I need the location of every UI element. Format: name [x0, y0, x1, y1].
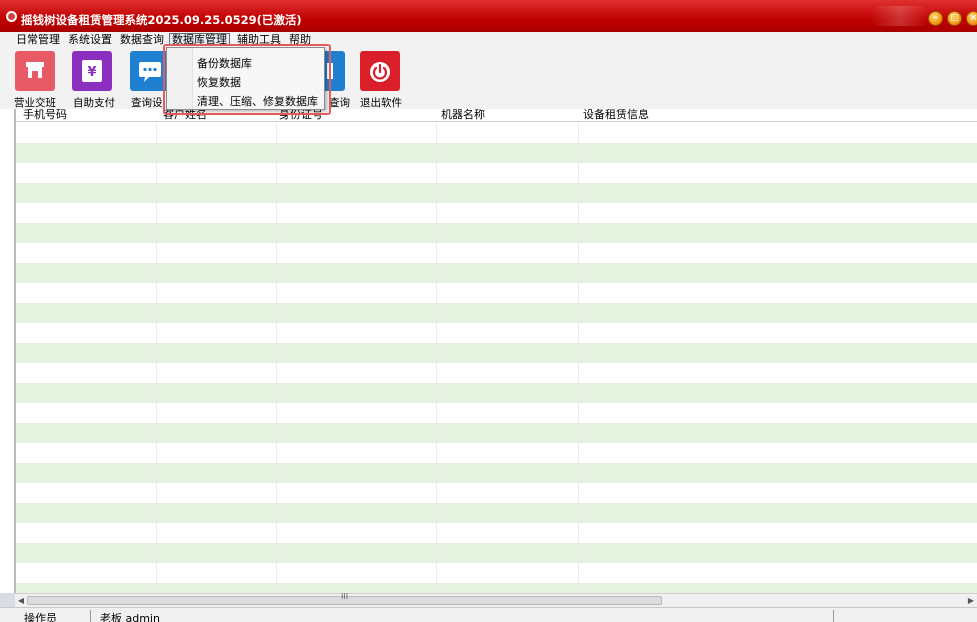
column-divider	[156, 122, 157, 593]
scroll-left-icon[interactable]: ◀	[15, 595, 27, 607]
table-row[interactable]	[16, 523, 977, 543]
column-header-phone[interactable]: 手机号码	[20, 109, 67, 122]
table-row[interactable]	[16, 143, 977, 163]
window-title: 摇钱树设备租赁管理系统2025.09.25.0529(已激活)	[21, 13, 302, 27]
data-grid[interactable]: 手机号码 客户姓名 身份证号 机器名称 设备租赁信息	[15, 109, 977, 593]
column-header-machine-name[interactable]: 机器名称	[438, 109, 485, 122]
power-icon	[370, 62, 390, 82]
grid-header: 手机号码 客户姓名 身份证号 机器名称 设备租赁信息	[16, 109, 977, 122]
yen-icon: ¥	[82, 60, 102, 82]
menu-daily[interactable]: 日常管理	[14, 33, 62, 46]
table-row[interactable]	[16, 443, 977, 463]
title-bar: 摇钱树设备租赁管理系统2025.09.25.0529(已激活) – □ ×	[0, 0, 977, 32]
table-row[interactable]	[16, 543, 977, 563]
table-row[interactable]	[16, 503, 977, 523]
column-divider	[436, 122, 437, 593]
row-header-gutter	[0, 109, 15, 593]
query-label: 查询	[329, 97, 350, 109]
operator-label: 操作员	[24, 612, 57, 622]
table-row[interactable]	[16, 323, 977, 343]
status-divider	[833, 610, 834, 622]
scroll-right-icon[interactable]: ▶	[965, 595, 977, 607]
horizontal-scrollbar[interactable]: ◀ III ▶	[15, 592, 977, 607]
column-divider	[578, 122, 579, 593]
store-icon	[26, 62, 44, 78]
table-row[interactable]	[16, 483, 977, 503]
exit-button[interactable]	[360, 51, 400, 91]
shift-handover-label: 营业交班	[14, 97, 56, 109]
highlight-annotation	[163, 44, 331, 115]
column-header-rental-info[interactable]: 设备租赁信息	[580, 109, 649, 122]
menu-bar: 日常管理 系统设置 数据查询 数据库管理 辅助工具 帮助	[0, 32, 977, 47]
table-row[interactable]	[16, 283, 977, 303]
table-row[interactable]	[16, 163, 977, 183]
toolbar: 营业交班 ¥ 自助支付 查询设 查询 退出软件	[0, 47, 977, 109]
table-row[interactable]	[16, 183, 977, 203]
close-icon: ×	[969, 13, 977, 23]
menu-query[interactable]: 数据查询	[118, 33, 166, 46]
minimize-button[interactable]: –	[928, 11, 943, 26]
self-pay-label: 自助支付	[73, 97, 115, 109]
shift-handover-button[interactable]	[15, 51, 55, 91]
table-row[interactable]	[16, 303, 977, 323]
table-row[interactable]	[16, 563, 977, 583]
table-row[interactable]	[16, 123, 977, 143]
exit-label: 退出软件	[360, 97, 402, 109]
query-device-label: 查询设	[131, 97, 163, 109]
scrollbar-grip: III	[341, 592, 349, 601]
maximize-icon: □	[950, 13, 959, 23]
self-pay-button[interactable]: ¥	[72, 51, 112, 91]
table-row[interactable]	[16, 583, 977, 593]
table-row[interactable]	[16, 223, 977, 243]
status-divider	[90, 610, 91, 622]
menu-settings[interactable]: 系统设置	[66, 33, 114, 46]
table-row[interactable]	[16, 403, 977, 423]
operator-value: 老板 admin	[100, 612, 160, 622]
table-row[interactable]	[16, 463, 977, 483]
table-row[interactable]	[16, 343, 977, 363]
column-divider	[276, 122, 277, 593]
status-bar: 操作员 老板 admin	[0, 607, 977, 622]
svg-text:¥: ¥	[87, 65, 96, 80]
close-button[interactable]: ×	[966, 11, 977, 26]
table-row[interactable]	[16, 383, 977, 403]
table-row[interactable]	[16, 203, 977, 223]
table-row[interactable]	[16, 243, 977, 263]
table-row[interactable]	[16, 263, 977, 283]
minimize-icon: –	[933, 13, 938, 23]
table-row[interactable]	[16, 423, 977, 443]
maximize-button[interactable]: □	[947, 11, 962, 26]
table-row[interactable]	[16, 363, 977, 383]
app-icon	[6, 11, 17, 22]
title-decoration	[870, 6, 930, 26]
